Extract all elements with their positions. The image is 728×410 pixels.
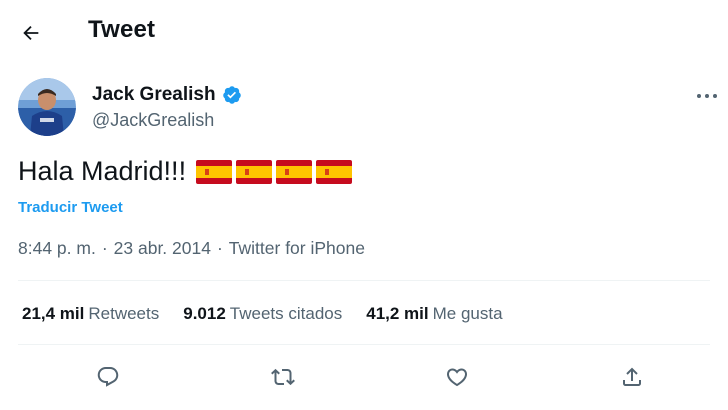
tweet-time[interactable]: 8:44 p. m. bbox=[18, 238, 96, 259]
reply-icon bbox=[97, 367, 119, 387]
back-arrow-icon bbox=[23, 25, 39, 41]
flag-spain-icon bbox=[276, 159, 313, 184]
retweets-count: 21,4 mil bbox=[22, 304, 85, 323]
flag-spain-icon bbox=[316, 159, 353, 184]
tweet-source[interactable]: Twitter for iPhone bbox=[229, 238, 365, 259]
retweets-label: Retweets bbox=[88, 304, 160, 323]
tweet-text-content: Hala Madrid!!! bbox=[18, 156, 187, 186]
quote-tweets-stat[interactable]: 9.012 Tweets citados bbox=[183, 304, 342, 324]
retweet-icon bbox=[271, 368, 295, 386]
reply-button[interactable] bbox=[91, 360, 125, 394]
tweet-date[interactable]: 23 abr. 2014 bbox=[114, 238, 211, 259]
flag-spain-icon bbox=[236, 159, 273, 184]
likes-count: 41,2 mil bbox=[366, 304, 429, 323]
tweet-detail-page: Tweet Jack Grealish @JackGrealish Hala M… bbox=[0, 0, 728, 410]
tweet-stats: 21,4 mil Retweets 9.012 Tweets citados 41,… bbox=[22, 304, 503, 324]
share-icon bbox=[623, 367, 641, 386]
top-header: Tweet bbox=[0, 0, 728, 64]
flag-emojis bbox=[196, 159, 353, 184]
tweet-text: Hala Madrid!!! bbox=[18, 156, 353, 187]
likes-stat[interactable]: 41,2 mil Me gusta bbox=[366, 304, 502, 324]
divider bbox=[18, 344, 710, 345]
author-name: Jack Grealish bbox=[92, 84, 216, 105]
more-dots-icon bbox=[697, 94, 717, 98]
like-icon bbox=[446, 368, 468, 387]
more-options-button[interactable] bbox=[690, 84, 724, 108]
avatar-image bbox=[18, 78, 76, 136]
meta-separator: · bbox=[216, 238, 223, 258]
quote-tweets-label: Tweets citados bbox=[229, 304, 343, 323]
author-handle[interactable]: @JackGrealish bbox=[92, 110, 214, 131]
author-name-link[interactable]: Jack Grealish bbox=[92, 84, 242, 106]
retweets-stat[interactable]: 21,4 mil Retweets bbox=[22, 304, 159, 324]
tweet-meta: 8:44 p. m. · 23 abr. 2014 · Twitter for … bbox=[18, 238, 365, 259]
retweet-button[interactable] bbox=[266, 360, 300, 394]
avatar[interactable] bbox=[18, 78, 76, 136]
verified-badge-icon bbox=[222, 85, 242, 105]
divider bbox=[18, 280, 710, 281]
page-title: Tweet bbox=[88, 16, 156, 43]
quote-tweets-count: 9.012 bbox=[183, 304, 226, 323]
flag-spain-icon bbox=[196, 159, 233, 184]
meta-separator: · bbox=[101, 238, 108, 258]
back-button[interactable] bbox=[14, 16, 48, 50]
like-button[interactable] bbox=[440, 360, 474, 394]
likes-label: Me gusta bbox=[432, 304, 503, 323]
share-button[interactable] bbox=[615, 360, 649, 394]
translate-tweet-link[interactable]: Traducir Tweet bbox=[18, 199, 123, 216]
